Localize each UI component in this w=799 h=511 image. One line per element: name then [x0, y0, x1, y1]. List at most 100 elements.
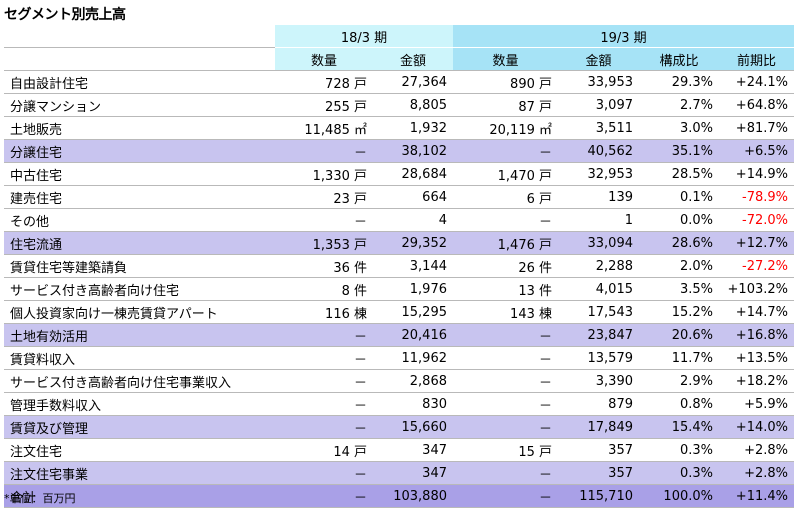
- cell-amount-19: 3,511: [558, 116, 639, 140]
- cell-yoy: +14.0%: [719, 415, 794, 439]
- cell-yoy: -72.0%: [719, 208, 794, 232]
- page-title: セグメント別売上高: [4, 7, 126, 23]
- cell-quantity-18: －: [275, 461, 373, 485]
- table-row: 建売住宅 23 戸 664 6 戸 139 0.1% -78.9%: [4, 185, 794, 209]
- row-label: サービス付き高齢者向け住宅事業収入: [4, 369, 275, 393]
- cell-quantity-19: －: [453, 139, 558, 163]
- col-header-composition: 構成比: [639, 47, 719, 71]
- cell-quantity-18: 255 戸: [275, 93, 373, 117]
- cell-composition: 0.1%: [639, 185, 719, 209]
- cell-composition: 100.0%: [639, 484, 719, 508]
- col-header-amount-19: 金額: [558, 47, 639, 71]
- cell-yoy: +2.8%: [719, 461, 794, 485]
- cell-amount-18: 27,364: [373, 70, 453, 94]
- cell-yoy: +64.8%: [719, 93, 794, 117]
- cell-amount-19: 17,543: [558, 300, 639, 324]
- cell-composition: 0.0%: [639, 208, 719, 232]
- segment-sales-table: 18/3 期 19/3 期 数量 金額 数量 金額 構成比 前期比 自由設計住宅…: [4, 25, 794, 508]
- cell-amount-19: 1: [558, 208, 639, 232]
- table-row: その他－ 4 － 1 0.0% -72.0%: [4, 208, 794, 232]
- cell-composition: 2.0%: [639, 254, 719, 278]
- cell-amount-18: 3,144: [373, 254, 453, 278]
- table-row: 管理手数料収入－ 830 － 879 0.8% +5.9%: [4, 392, 794, 416]
- blank-corner: [4, 47, 275, 71]
- cell-quantity-19: －: [453, 208, 558, 232]
- cell-yoy: -78.9%: [719, 185, 794, 209]
- cell-amount-18: 38,102: [373, 139, 453, 163]
- cell-yoy: +11.4%: [719, 484, 794, 508]
- cell-amount-18: 15,295: [373, 300, 453, 324]
- cell-yoy: +18.2%: [719, 369, 794, 393]
- cell-composition: 3.0%: [639, 116, 719, 140]
- cell-composition: 2.7%: [639, 93, 719, 117]
- row-label: 賃貸及び管理: [4, 415, 275, 439]
- table-row: 分譲マンション 255 戸 8,805 87 戸 3,097 2.7% +64.8%: [4, 93, 794, 117]
- column-header-row: 数量 金額 数量 金額 構成比 前期比: [4, 47, 794, 71]
- cell-quantity-19: 143 棟: [453, 300, 558, 324]
- period-19-header: 19/3 期: [453, 25, 794, 48]
- cell-yoy: +14.9%: [719, 162, 794, 186]
- row-label: 注文住宅: [4, 438, 275, 462]
- cell-quantity-18: －: [275, 139, 373, 163]
- cell-quantity-19: －: [453, 392, 558, 416]
- cell-composition: 2.9%: [639, 369, 719, 393]
- cell-quantity-18: －: [275, 346, 373, 370]
- row-label: 土地有効活用: [4, 323, 275, 347]
- cell-yoy: +6.5%: [719, 139, 794, 163]
- row-label: 中古住宅: [4, 162, 275, 186]
- table-row: 中古住宅 1,330 戸 28,684 1,470 戸 32,953 28.5% +14.9…: [4, 162, 794, 186]
- row-label: 賃貸料収入: [4, 346, 275, 370]
- blank-corner: [4, 25, 275, 48]
- cell-quantity-18: 23 戸: [275, 185, 373, 209]
- cell-quantity-19: 1,470 戸: [453, 162, 558, 186]
- cell-yoy: +16.8%: [719, 323, 794, 347]
- cell-quantity-19: －: [453, 415, 558, 439]
- cell-amount-18: 1,932: [373, 116, 453, 140]
- cell-quantity-19: －: [453, 323, 558, 347]
- cell-composition: 11.7%: [639, 346, 719, 370]
- cell-quantity-19: 1,476 戸: [453, 231, 558, 255]
- cell-composition: 35.1%: [639, 139, 719, 163]
- row-label: 注文住宅事業: [4, 461, 275, 485]
- cell-amount-19: 357: [558, 438, 639, 462]
- cell-quantity-19: －: [453, 484, 558, 508]
- cell-amount-18: 664: [373, 185, 453, 209]
- cell-quantity-19: －: [453, 346, 558, 370]
- cell-quantity-19: 87 戸: [453, 93, 558, 117]
- cell-composition: 0.8%: [639, 392, 719, 416]
- period-18-header: 18/3 期: [275, 25, 453, 48]
- table-row: サービス付き高齢者向け住宅事業収入－ 2,868 － 3,390 2.9% +18.2%: [4, 369, 794, 393]
- cell-quantity-18: －: [275, 484, 373, 508]
- cell-amount-18: 4: [373, 208, 453, 232]
- cell-quantity-18: －: [275, 415, 373, 439]
- table-subtotal-row: 住宅流通 1,353 戸 29,352 1,476 戸 33,094 28.6% +12.7…: [4, 231, 794, 255]
- row-label: 土地販売: [4, 116, 275, 140]
- table-row: 賃貸住宅等建築請負 36 件 3,144 26 件 2,288 2.0% -27.2%: [4, 254, 794, 278]
- unit-note: *単位：百万円: [4, 492, 76, 505]
- table-row: 自由設計住宅 728 戸 27,364 890 戸 33,953 29.3% +24.1%: [4, 70, 794, 94]
- row-label: サービス付き高齢者向け住宅: [4, 277, 275, 301]
- cell-amount-18: 347: [373, 438, 453, 462]
- cell-quantity-18: 11,485 ㎡: [275, 116, 373, 140]
- cell-quantity-19: 890 戸: [453, 70, 558, 94]
- table-subtotal-row: 分譲住宅－ 38,102 － 40,562 35.1% +6.5%: [4, 139, 794, 163]
- cell-quantity-19: 26 件: [453, 254, 558, 278]
- cell-composition: 0.3%: [639, 438, 719, 462]
- cell-amount-18: 29,352: [373, 231, 453, 255]
- cell-amount-19: 357: [558, 461, 639, 485]
- row-label: 建売住宅: [4, 185, 275, 209]
- cell-amount-19: 23,847: [558, 323, 639, 347]
- cell-quantity-19: －: [453, 461, 558, 485]
- row-label: 賃貸住宅等建築請負: [4, 254, 275, 278]
- cell-amount-18: 103,880: [373, 484, 453, 508]
- cell-composition: 28.6%: [639, 231, 719, 255]
- cell-quantity-18: 116 棟: [275, 300, 373, 324]
- cell-yoy: +12.7%: [719, 231, 794, 255]
- cell-amount-19: 879: [558, 392, 639, 416]
- row-label: 管理手数料収入: [4, 392, 275, 416]
- table-row: 賃貸料収入－ 11,962 － 13,579 11.7% +13.5%: [4, 346, 794, 370]
- col-header-quantity-18: 数量: [275, 47, 373, 71]
- table-row: 注文住宅 14 戸 347 15 戸 357 0.3% +2.8%: [4, 438, 794, 462]
- cell-amount-18: 20,416: [373, 323, 453, 347]
- cell-composition: 15.4%: [639, 415, 719, 439]
